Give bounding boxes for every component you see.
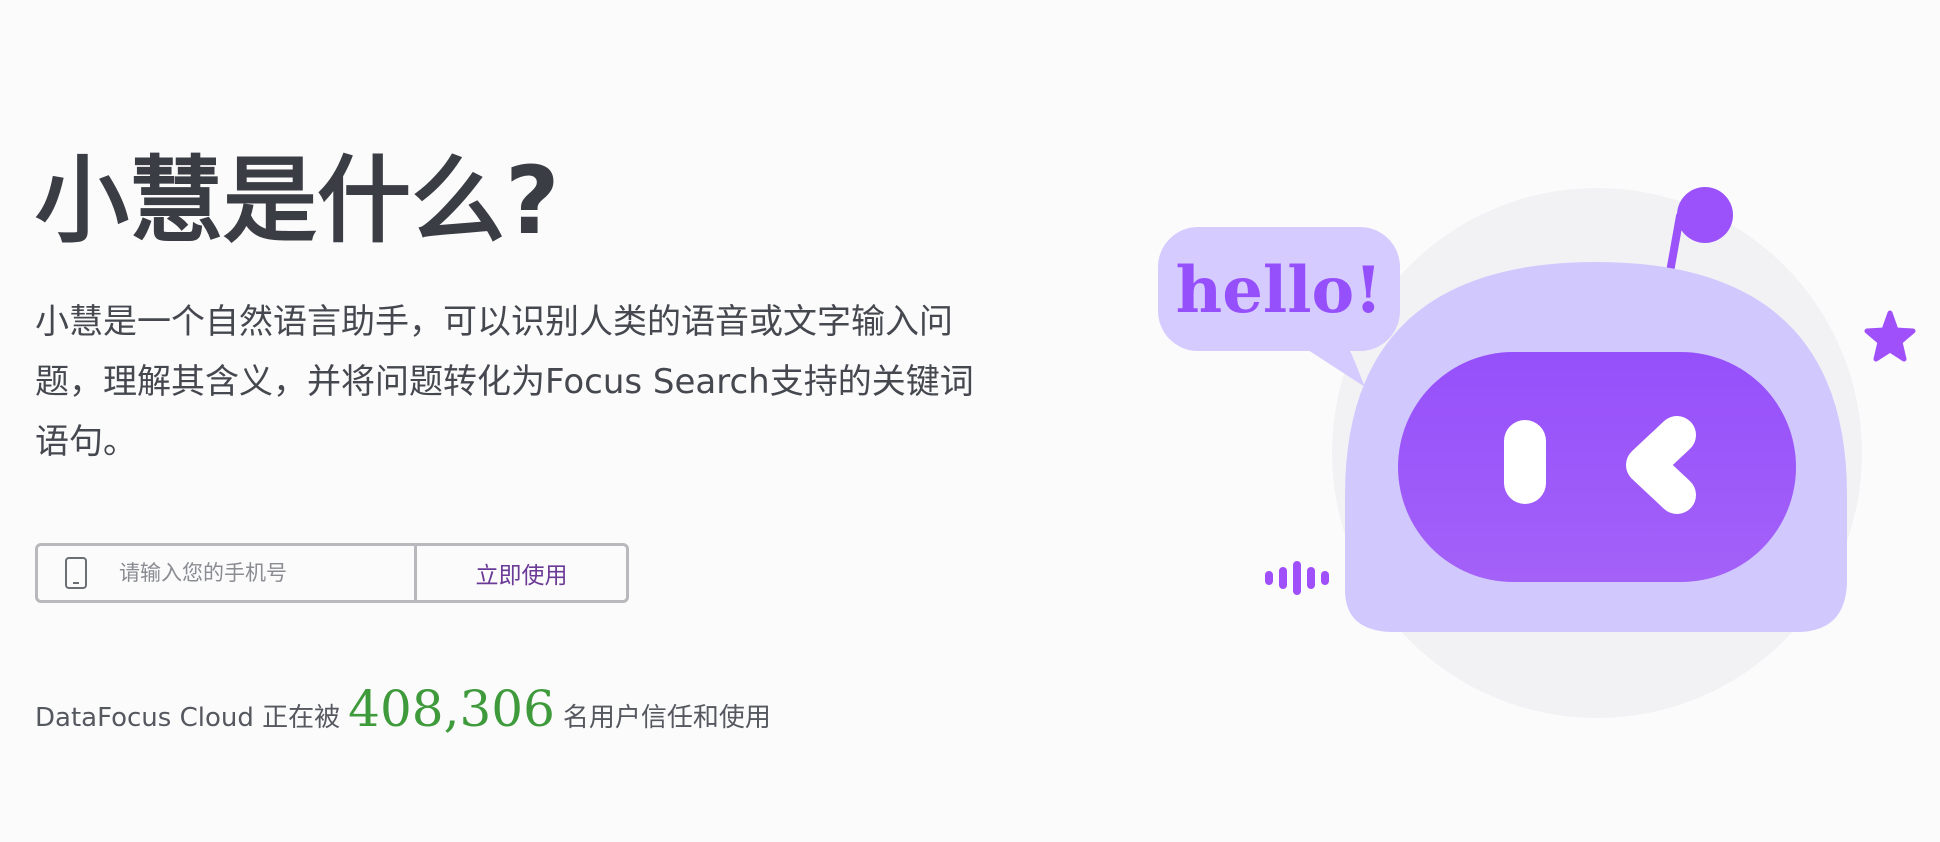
user-trust-line: DataFocus Cloud 正在被 408,306 名用户信任和使用 bbox=[35, 680, 771, 738]
mobile-phone-icon bbox=[65, 557, 87, 589]
trust-prefix: DataFocus Cloud 正在被 bbox=[35, 703, 341, 733]
phone-field bbox=[38, 546, 417, 600]
user-count: 408,306 bbox=[348, 680, 555, 738]
bubble-text: hello! bbox=[1176, 253, 1383, 328]
phone-input[interactable] bbox=[117, 560, 401, 586]
sound-wave-icon bbox=[1265, 561, 1329, 595]
left-eye bbox=[1504, 420, 1546, 504]
robot-visor bbox=[1398, 352, 1796, 582]
page-title: 小慧是什么? bbox=[35, 147, 560, 256]
start-using-button[interactable]: 立即使用 bbox=[417, 546, 626, 600]
hero-description: 小慧是一个自然语言助手，可以识别人类的语音或文字输入问题，理解其含义，并将问题转… bbox=[35, 302, 974, 462]
trust-suffix: 名用户信任和使用 bbox=[562, 703, 771, 733]
signup-form: 立即使用 bbox=[35, 543, 629, 603]
star-icon bbox=[1864, 310, 1916, 362]
robot-illustration: hello! bbox=[1140, 170, 1940, 730]
right-eye bbox=[1626, 416, 1696, 514]
